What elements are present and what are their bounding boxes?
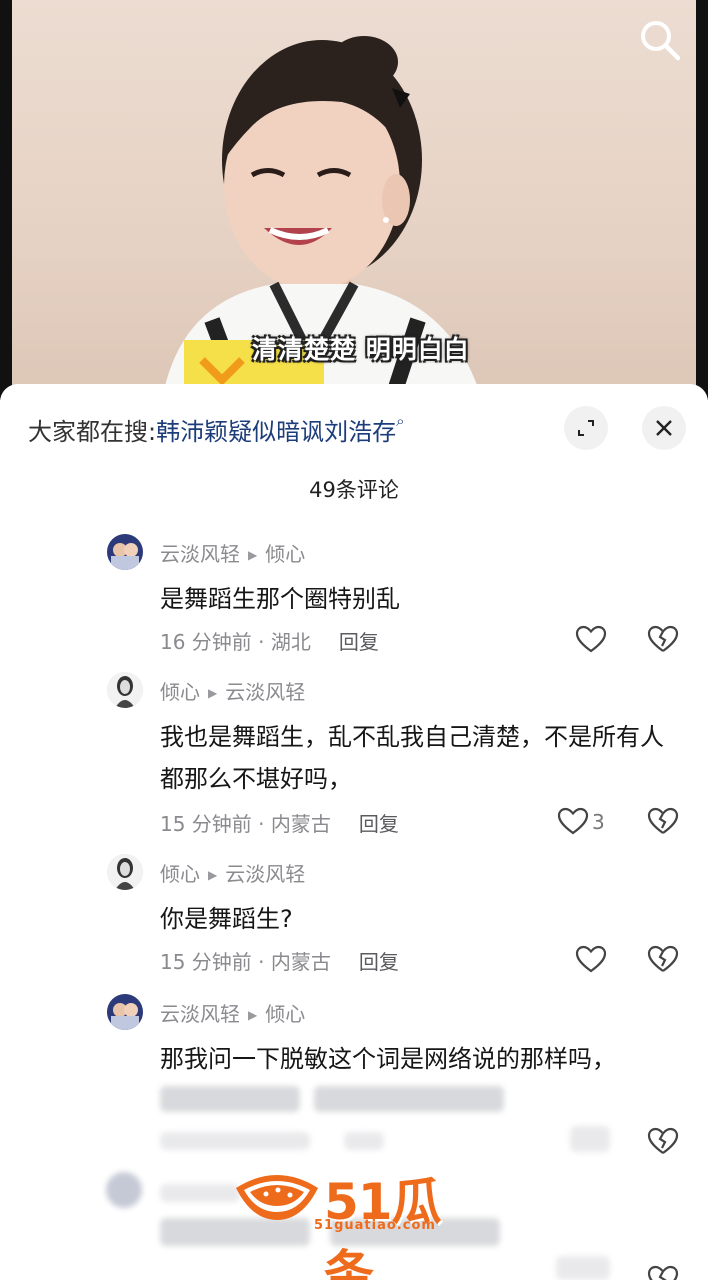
broken-heart-icon[interactable] [646, 944, 680, 974]
avatar[interactable] [107, 534, 143, 570]
comment-count: 49条评论 [309, 478, 399, 502]
search-icon[interactable] [638, 18, 682, 62]
reply-arrow-icon: ▶ [208, 686, 218, 700]
expand-button[interactable] [564, 406, 608, 450]
comment-meta: 云淡风轻 ▶ 倾心 [160, 998, 305, 1027]
broken-heart-icon[interactable] [646, 1126, 680, 1156]
reply-to-author[interactable]: 云淡风轻 [225, 680, 305, 704]
watermark-url: 51guatiao.com [314, 1218, 436, 1233]
comment-footer: 15 分钟前 · 内蒙古 回复 [160, 946, 399, 975]
trending-search[interactable]: 大家都在搜:韩沛颖疑似暗讽刘浩存⌕ [28, 412, 405, 447]
trending-search-label: 大家都在搜: [28, 418, 157, 446]
comment-time-location: 16 分钟前 · 湖北 [160, 630, 311, 654]
avatar[interactable] [107, 994, 143, 1030]
avatar[interactable] [107, 672, 143, 708]
reply-button[interactable]: 回复 [359, 950, 399, 974]
reply-to-author[interactable]: 云淡风轻 [225, 862, 305, 886]
avatar[interactable] [107, 854, 143, 890]
comment-panel-header: 大家都在搜:韩沛颖疑似暗讽刘浩存⌕ [0, 384, 708, 470]
broken-heart-icon[interactable] [646, 624, 680, 654]
comment-author[interactable]: 倾心 [160, 862, 200, 886]
reply-to-author[interactable]: 倾心 [265, 542, 305, 566]
comment-text: 那我问一下脱敏这个词是网络说的那样吗， [160, 1045, 616, 1073]
reply-arrow-icon: ▶ [248, 1008, 258, 1022]
video-subtitle: 清清楚楚 明明白白 [252, 335, 470, 364]
comment-meta: 倾心 ▶ 云淡风轻 [160, 676, 305, 705]
video-frame: 清清楚楚 明明白白 [12, 0, 696, 400]
comment-time-location: 15 分钟前 · 内蒙古 [160, 812, 331, 836]
expand-icon [578, 420, 594, 436]
watermark: 51瓜条 51guatiao.com [232, 1160, 482, 1280]
comment-text: 你是舞蹈生? [160, 905, 293, 933]
reply-arrow-icon: ▶ [208, 868, 218, 882]
comment-meta: 倾心 ▶ 云淡风轻 [160, 858, 305, 887]
comment-footer: 16 分钟前 · 湖北 回复 [160, 626, 379, 655]
heart-icon[interactable] [574, 944, 608, 974]
mini-search-icon: ⌕ [396, 412, 405, 430]
close-icon [656, 420, 672, 436]
watermelon-logo-icon [236, 1175, 318, 1220]
reply-arrow-icon: ▶ [248, 548, 258, 562]
video-player[interactable]: 清清楚楚 明明白白 [0, 0, 708, 400]
heart-icon[interactable] [556, 806, 590, 836]
comment-author[interactable]: 云淡风轻 [160, 1002, 240, 1026]
comment-meta: 云淡风轻 ▶ 倾心 [160, 538, 305, 567]
broken-heart-icon[interactable] [646, 1264, 680, 1280]
broken-heart-icon[interactable] [646, 806, 680, 836]
trending-search-term[interactable]: 韩沛颖疑似暗讽刘浩存 [156, 418, 396, 446]
comment-author[interactable]: 云淡风轻 [160, 542, 240, 566]
comment-text: 是舞蹈生那个圈特别乱 [160, 585, 400, 613]
reply-button[interactable]: 回复 [339, 630, 379, 654]
heart-icon[interactable] [574, 624, 608, 654]
comment-author[interactable]: 倾心 [160, 680, 200, 704]
comment-text: 我也是舞蹈生，乱不乱我自己清楚，不是所有人都那么不堪好吗， [160, 723, 664, 793]
like-count: 3 [592, 810, 605, 834]
close-button[interactable] [642, 406, 686, 450]
reply-button[interactable]: 回复 [359, 812, 399, 836]
comment-footer: 15 分钟前 · 内蒙古 回复 [160, 808, 399, 837]
comment-time-location: 15 分钟前 · 内蒙古 [160, 950, 331, 974]
reply-to-author[interactable]: 倾心 [265, 1002, 305, 1026]
